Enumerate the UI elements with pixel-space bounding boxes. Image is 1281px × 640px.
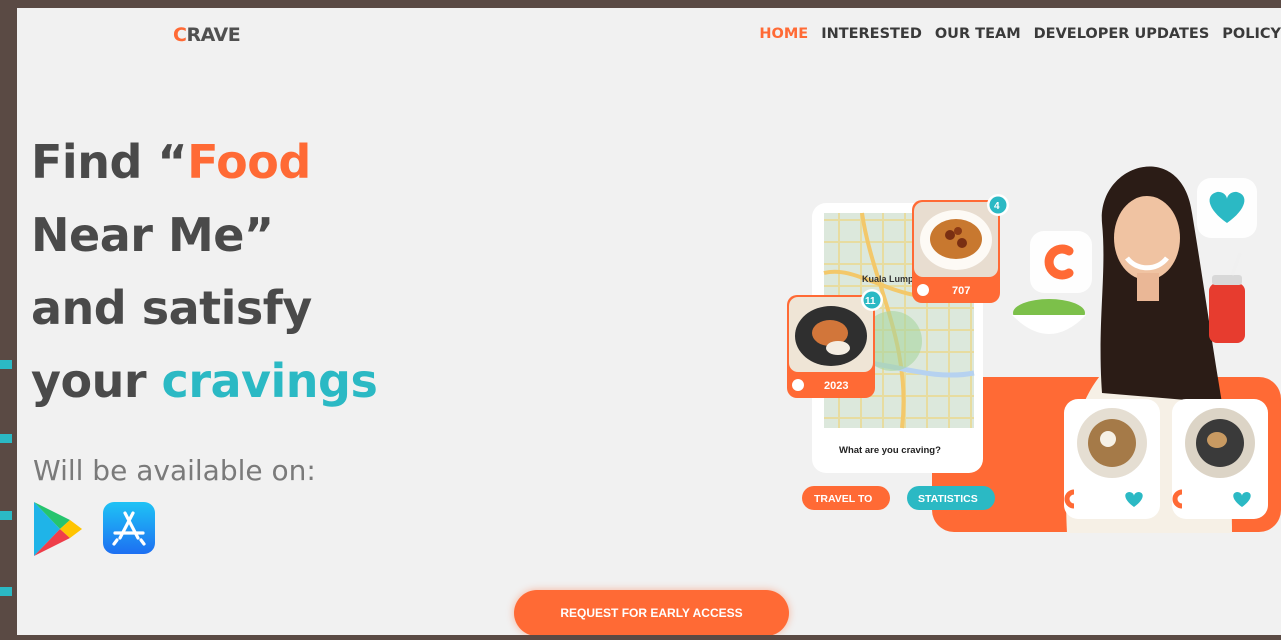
hero-highlight-cravings: cravings [161,354,378,408]
side-marker [0,434,12,443]
badge-left: 11 [865,296,876,307]
statistics-label: STATISTICS [918,493,978,505]
availability-text: Will be available on: [33,454,316,487]
hero-line-2: Near Me” [31,208,274,262]
hero-highlight-food: Food [187,135,311,189]
top-nav: HOME INTERESTED OUR TEAM DEVELOPER UPDAT… [759,26,1281,42]
food-count-left: 2023 [824,380,848,392]
logo-letter-c: C [173,24,187,46]
hero-text: your [31,354,162,408]
google-play-icon[interactable] [32,500,84,563]
craving-search-text: What are you craving? [839,445,941,456]
crave-logo[interactable]: CRAVE [173,24,241,46]
side-marker [0,360,12,369]
food-count-top: 707 [952,285,970,297]
landing-page: CRAVE HOME INTERESTED OUR TEAM DEVELOPER… [17,8,1281,635]
hero-text: Find “ [31,135,188,189]
nav-policy[interactable]: POLICY [1222,26,1281,42]
hero-line-1: Find “Food [31,126,377,199]
page-frame: CRAVE HOME INTERESTED OUR TEAM DEVELOPER… [0,0,1281,640]
app-preview-graphic: Kuala Lump What are you craving? 707 4 2… [787,166,1281,533]
map-city-label: Kuala Lump [862,274,914,284]
side-marker [0,587,12,596]
travel-to-label: TRAVEL TO [814,493,872,505]
nav-interested[interactable]: INTERESTED [821,26,922,42]
hero-headline: Find “Food Near Me” and satisfy your cra… [31,126,378,418]
logo-text: RAVE [186,24,241,46]
app-store-icon[interactable] [103,502,155,559]
nav-our-team[interactable]: OUR TEAM [935,26,1021,42]
hero-illustration: Kuala Lump What are you craving? 707 4 2… [762,143,1281,533]
side-marker [0,511,12,520]
nav-developer-updates[interactable]: DEVELOPER UPDATES [1034,26,1210,42]
nav-home[interactable]: HOME [759,26,808,42]
request-early-access-button[interactable]: REQUEST FOR EARLY ACCESS [514,590,789,635]
badge-top: 4 [994,201,1000,212]
hero-line-3: and satisfy [31,281,312,335]
hero-line-4: your cravings [31,345,378,418]
